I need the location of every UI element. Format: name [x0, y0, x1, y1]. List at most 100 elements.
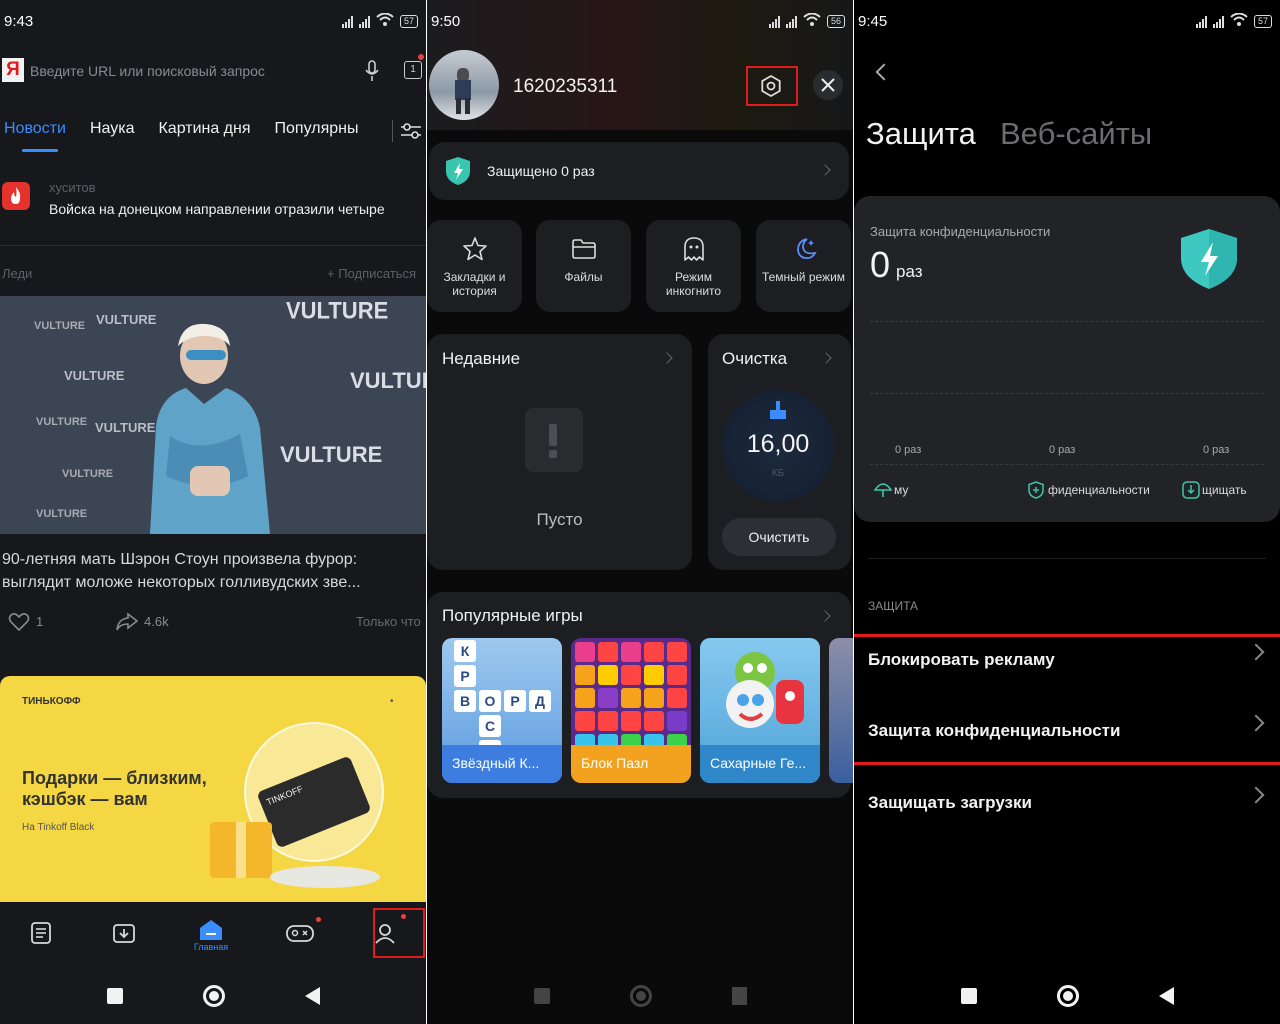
game-card-2[interactable]: Блок Пазл: [571, 638, 691, 783]
row-label: Защищать загрузки: [868, 793, 1032, 812]
game-card-3[interactable]: Сахарные Ге...: [700, 638, 820, 783]
game-card-1[interactable]: К Р В О Р Д С С Звёздный К...: [442, 638, 562, 783]
tabs-count-button[interactable]: 1: [404, 61, 422, 79]
status-bar: 9:43 57: [0, 0, 426, 44]
download-icon[interactable]: [111, 920, 137, 951]
tab-popular[interactable]: Популярны: [275, 120, 359, 150]
tinkoff-ad-banner[interactable]: ТИНЬКОФФ • Подарки — близким, кэшбэк — в…: [0, 676, 426, 902]
close-icon: [821, 78, 835, 92]
heart-icon[interactable]: [8, 612, 30, 637]
status-time: 9:43: [4, 13, 34, 30]
screen-browser-news: 9:43 57 Я Введите URL или поисковый запр…: [0, 0, 426, 1024]
signal-icon: [358, 15, 370, 28]
fire-icon: [2, 182, 30, 210]
battery-icon: 56: [826, 14, 845, 28]
screen-protection: 9:45 57 Защита Веб-сайты Защита конфиден…: [854, 0, 1280, 1024]
subscribe-button[interactable]: + Подписаться: [327, 266, 416, 281]
back-button[interactable]: [1158, 987, 1174, 1005]
search-input[interactable]: Введите URL или поисковый запрос: [30, 63, 265, 79]
protect-downloads-row[interactable]: Защищать загрузки: [854, 769, 1280, 839]
block-ads-row[interactable]: Блокировать рекламу: [854, 626, 1280, 696]
microphone-icon[interactable]: [365, 60, 379, 82]
legend-label: му: [894, 483, 909, 497]
battery-icon: 57: [399, 14, 418, 28]
row-label: Блокировать рекламу: [868, 650, 1055, 669]
legend-label: щищать: [1202, 483, 1247, 497]
protection-count: 0: [870, 244, 891, 285]
clean-card[interactable]: Очистка 16,00 КБ Очистить: [708, 334, 851, 570]
chevron-right-icon: [819, 610, 831, 622]
feed-icon[interactable]: [28, 920, 54, 951]
chevron-right-icon: [1247, 643, 1265, 661]
chevron-right-icon: [819, 164, 831, 176]
game-card-partial[interactable]: [829, 638, 853, 783]
files-tile[interactable]: Файлы: [536, 220, 631, 312]
url-bar[interactable]: Я Введите URL или поисковый запрос 1: [0, 50, 426, 90]
recents-button[interactable]: [106, 988, 123, 1004]
signal-icon: [1195, 15, 1207, 28]
star-icon: [463, 237, 487, 261]
tab-settings-icon[interactable]: [400, 122, 422, 145]
tab-picture-of-day[interactable]: Картина дня: [158, 120, 250, 150]
broom-icon: [770, 401, 786, 419]
home-system-button[interactable]: [1056, 985, 1079, 1007]
ad-brand: ТИНЬКОФФ: [22, 696, 81, 707]
tab-news[interactable]: Новости: [4, 120, 66, 150]
umbrella-icon: [873, 482, 893, 503]
games-icon[interactable]: [285, 916, 321, 950]
system-nav-bar: [0, 968, 426, 1024]
news-title[interactable]: Войска на донецком направлении отразили …: [49, 201, 385, 217]
download-icon: [1182, 481, 1200, 504]
back-button[interactable]: [731, 987, 747, 1005]
recents-button[interactable]: [960, 988, 977, 1004]
incognito-tile[interactable]: Режим инкогнито: [646, 220, 741, 312]
tile-label: Файлы: [564, 270, 603, 284]
channel-name: Леди: [2, 266, 33, 281]
news-source: хуситов: [49, 180, 96, 195]
status-bar: 9:45 57: [854, 0, 1280, 44]
status-time: 9:50: [431, 13, 461, 30]
home-system-button[interactable]: [202, 985, 225, 1007]
clean-unit: КБ: [771, 468, 785, 479]
article-title[interactable]: 90-летняя мать Шэрон Стоун произвела фур…: [2, 548, 422, 594]
tab-websites[interactable]: Веб-сайты: [1000, 116, 1152, 152]
article-time: Только что: [356, 614, 421, 629]
tile-label: Режим инкогнито: [665, 270, 722, 298]
article-photo[interactable]: VULTURE VULTURE VULTURE VULTURE VULTURE …: [0, 296, 426, 534]
share-icon[interactable]: [116, 612, 139, 637]
chart-axis-label: 0 раз: [1049, 444, 1076, 456]
like-count: 1: [36, 614, 44, 629]
share-count: 4.6k: [144, 614, 169, 629]
ad-headline: Подарки — близким, кэшбэк — вам: [22, 768, 207, 809]
game-title: Сахарные Ге...: [700, 745, 820, 783]
chevron-right-icon: [1247, 786, 1265, 804]
protection-summary[interactable]: Защищено 0 раз: [429, 142, 849, 200]
privacy-stats-card: Защита конфиденциальности 0 раз 0 раз 0 …: [854, 196, 1280, 522]
privacy-protection-row[interactable]: Защита конфиденциальности: [854, 697, 1280, 767]
list-item[interactable]: хуситов Войска на донецком направлении о…: [0, 168, 426, 246]
home-system-button[interactable]: [629, 985, 652, 1007]
tab-science[interactable]: Наука: [90, 120, 135, 150]
close-button[interactable]: [813, 70, 843, 100]
avatar[interactable]: [429, 50, 499, 120]
signal-icon: [768, 15, 780, 28]
tab-protection[interactable]: Защита: [866, 116, 976, 152]
chevron-right-icon: [661, 352, 673, 364]
back-button[interactable]: [304, 987, 320, 1005]
home-button[interactable]: Главная: [194, 918, 228, 952]
bookmarks-history-tile[interactable]: Закладки и история: [427, 220, 522, 312]
chart-axis-label: 0 раз: [1203, 444, 1230, 456]
recent-card[interactable]: Недавние Пусто: [427, 334, 692, 570]
back-arrow-icon[interactable]: [875, 63, 893, 81]
dark-mode-tile[interactable]: Темный режим: [756, 220, 851, 312]
clean-button[interactable]: Очистить: [722, 518, 836, 556]
bottom-navigation: Главная: [0, 902, 426, 968]
recent-empty-text: Пусто: [536, 510, 583, 529]
empty-icon: [525, 408, 583, 472]
recents-button[interactable]: [533, 988, 550, 1004]
shield-plus-icon: [1028, 481, 1044, 504]
home-icon: [199, 920, 222, 940]
shield-icon: [1181, 229, 1237, 289]
news-tabs: Новости Наука Картина дня Популярны: [0, 120, 358, 150]
tile-label: Темный режим: [761, 270, 846, 284]
